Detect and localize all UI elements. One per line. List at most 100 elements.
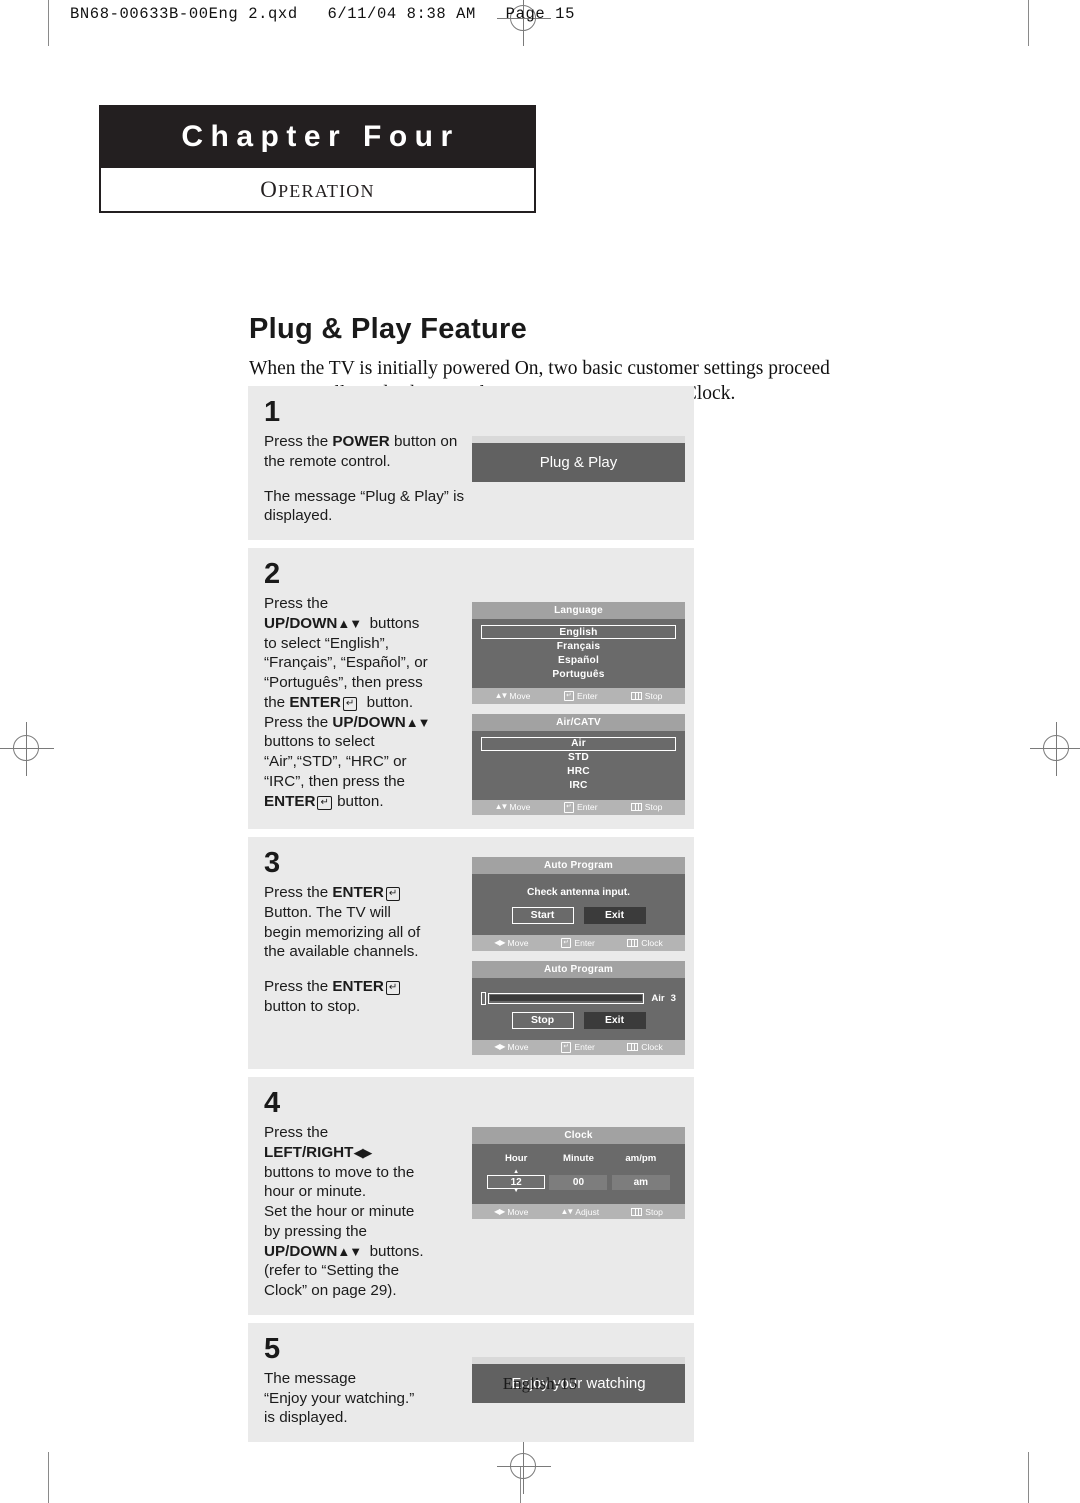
enter-key-icon: ↵ (560, 1042, 572, 1053)
footer-hint-label: Clock (641, 937, 663, 948)
leftright-arrows-icon: ◀▶ (494, 1042, 505, 1052)
footer-hint-stop: Stop (630, 802, 663, 813)
menu-bars-icon (627, 1043, 639, 1052)
step-1-text-column: 1 Press the POWER button on the remote c… (264, 398, 472, 526)
menu-item[interactable]: IRC (481, 779, 676, 793)
step-number: 3 (264, 847, 281, 879)
footer-hint-label: Stop (644, 802, 663, 813)
footer-hint-clock: Clock (627, 938, 663, 948)
step-card-1: 1 Press the POWER button on the remote c… (248, 386, 694, 540)
osd-title: Language (472, 602, 685, 619)
step-number: 4 (264, 1087, 281, 1119)
menu-item-selected[interactable]: Air (481, 736, 676, 751)
osd-footer: ▲▼ Move ↵ Enter Stop (472, 799, 685, 815)
footer-hint-adjust: ▲▼ Adjust (560, 1207, 599, 1217)
step-1-screens: Plug & Play (472, 398, 685, 526)
osd-title: Clock (472, 1127, 685, 1144)
clock-field-label: Minute (563, 1153, 594, 1164)
up-down-arrows-icon: ▲▼ (337, 1243, 362, 1259)
enter-key-icon: ↵ (342, 696, 358, 711)
menu-item[interactable]: HRC (481, 765, 676, 779)
osd-menu-air-catv: Air/CATV Air STD HRC IRC ▲▼ Move ↵ Enter S… (472, 713, 685, 815)
footer-hint-label: Enter (574, 937, 595, 948)
exit-button[interactable]: Exit (583, 1011, 646, 1029)
clock-field-minute[interactable]: Minute 00 (549, 1153, 608, 1195)
menu-item[interactable]: STD (481, 751, 676, 765)
osd-message-text: Plug & Play (472, 443, 685, 482)
chapter-title-bar: Chapter Four (99, 105, 536, 168)
updown-arrows-icon: ▲▼ (494, 802, 509, 812)
clock-field-value: am (611, 1175, 670, 1190)
channel-number: 3 (670, 992, 676, 1004)
chapter-subtitle-rest: PERATION (278, 180, 375, 201)
menu-bars-icon (630, 803, 642, 812)
enter-key-icon: ↵ (563, 690, 575, 701)
band-label: Air (651, 992, 665, 1004)
footer-hint-label: Enter (577, 802, 598, 813)
menu-bars-icon (627, 938, 639, 947)
osd-auto-program-prompt: Auto Program Check antenna input. Start … (472, 857, 685, 951)
footer-hint-label: Stop (645, 1206, 663, 1217)
menu-item-selected[interactable]: English (481, 625, 676, 639)
step-2-screens: Language English Français Español Portug… (472, 560, 685, 815)
trim-mark-top-right (1028, 0, 1029, 46)
chapter-title: Chapter Four (181, 119, 460, 153)
enter-key-icon: ↵ (385, 981, 401, 995)
progress-bar (488, 992, 645, 1004)
osd-clock: Clock Hour ▲ 12 ▼ Minute 00 am/pm am ◀▶ … (472, 1127, 685, 1219)
clock-field-hour[interactable]: Hour ▲ 12 ▼ (487, 1153, 546, 1195)
footer-hint-stop: Stop (630, 690, 663, 701)
footer-hint-move: ◀▶ Move (494, 1042, 528, 1052)
chapter-subtitle-bar: OPERATION (99, 168, 536, 213)
up-down-arrows-icon: ▲▼ (337, 615, 362, 631)
osd-footer: ◀▶ Move ↵ Enter Clock (472, 1039, 685, 1055)
page-title: Plug & Play Feature (249, 313, 528, 346)
start-button[interactable]: Start (511, 907, 574, 924)
osd-body: English Français Español Português (472, 619, 685, 688)
exit-button[interactable]: Exit (583, 907, 646, 924)
step-card-2: 2 Press the UP/DOWN▲▼ buttons to select … (248, 548, 694, 829)
osd-title: Auto Program (472, 960, 685, 978)
chapter-subtitle-initial: O (260, 176, 279, 202)
osd-title: Air/CATV (472, 713, 685, 731)
footer-hint-enter: ↵ Enter (563, 802, 598, 813)
footer-hint-label: Move (507, 1042, 529, 1053)
chapter-banner: Chapter Four OPERATION (99, 105, 536, 213)
osd-footer: ▲▼ Move ↵ Enter Stop (472, 688, 685, 704)
clock-field-value: 00 (549, 1175, 608, 1190)
footer-hint-label: Move (507, 937, 529, 948)
trim-mark-bottom-right (1028, 1452, 1029, 1503)
step-4-screens: Clock Hour ▲ 12 ▼ Minute 00 am/pm am ◀▶ … (472, 1089, 685, 1301)
footer-hint-label: Adjust (575, 1206, 600, 1217)
step-2-text-column: 2 Press the UP/DOWN▲▼ buttons to select … (264, 560, 472, 815)
footer-hint-label: Stop (644, 690, 663, 701)
clock-field-ampm[interactable]: am/pm am (611, 1153, 670, 1195)
registration-mark-left (0, 722, 54, 776)
menu-item[interactable]: Português (481, 667, 676, 681)
menu-bars-icon (631, 1207, 643, 1216)
clock-field-value: 12 (487, 1175, 546, 1190)
step-4-instructions: Press the LEFT/RIGHT◀▶ buttons to move t… (264, 1124, 424, 1299)
osd-cap-strip (472, 436, 685, 443)
osd-body: Air STD HRC IRC (472, 730, 685, 800)
step-number: 5 (264, 1332, 281, 1365)
osd-cap-strip (472, 1356, 685, 1364)
enter-key-icon: ↵ (563, 802, 575, 813)
osd-title: Auto Program (472, 857, 685, 874)
running-head: BN68-00633B-00Eng 2.qxd 6/11/04 8:38 AM … (70, 5, 575, 23)
osd-menu-language: Language English Français Español Portug… (472, 602, 685, 704)
step-1-instructions: Press the POWER button on the remote con… (264, 433, 465, 525)
up-down-arrows-icon: ▲▼ (405, 714, 431, 730)
osd-body: Check antenna input. Start Exit (472, 874, 685, 935)
auto-program-buttons: Start Exit (481, 907, 676, 924)
stop-button[interactable]: Stop (511, 1011, 574, 1029)
clock-fields: Hour ▲ 12 ▼ Minute 00 am/pm am (481, 1150, 676, 1197)
step-3-text-column: 3 Press the ENTER ↵ Button. The TV will b… (264, 849, 472, 1055)
updown-arrows-icon: ▲▼ (494, 690, 509, 700)
footer-hint-label: Enter (577, 690, 598, 701)
footer-hint-stop: Stop (631, 1207, 663, 1217)
leftright-arrows-icon: ◀▶ (494, 937, 505, 947)
osd-message-plug-and-play: Plug & Play (472, 436, 685, 482)
menu-item[interactable]: Español (481, 653, 676, 667)
menu-item[interactable]: Français (481, 639, 676, 653)
